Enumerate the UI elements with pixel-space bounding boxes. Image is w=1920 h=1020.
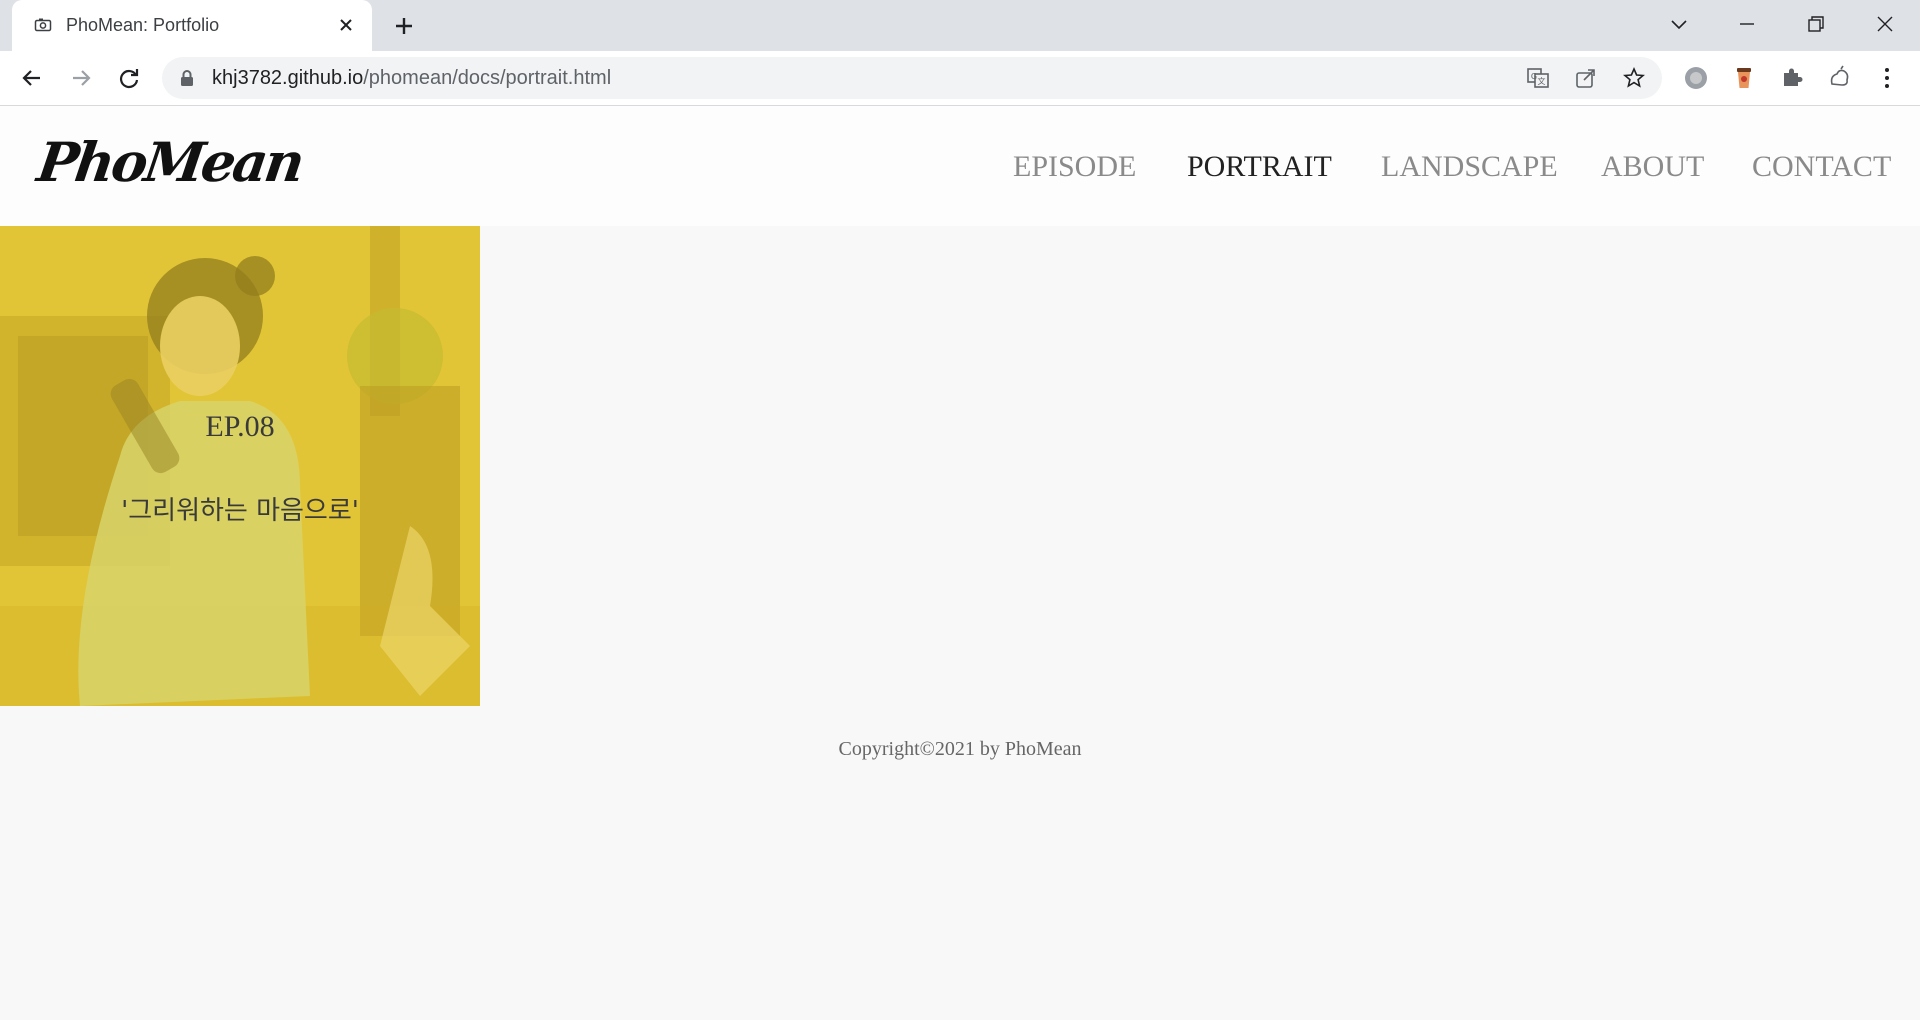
profile-extension-icon[interactable]	[1826, 64, 1854, 92]
tab-search-chevron-icon[interactable]	[1667, 12, 1691, 36]
nav-episode[interactable]: EPISODE	[1013, 150, 1136, 184]
card-overlay	[0, 226, 480, 706]
browser-toolbar: khj3782.github.io/phomean/docs/portrait.…	[0, 51, 1920, 106]
card-subtitle: '그리워하는 마음으로'	[121, 496, 359, 526]
nav-portrait[interactable]: PORTRAIT	[1187, 150, 1332, 184]
close-tab-icon[interactable]	[336, 15, 356, 35]
forward-arrow-icon[interactable]	[67, 64, 95, 92]
lock-icon[interactable]	[179, 69, 195, 87]
site-logo[interactable]: PhoMean	[34, 130, 306, 194]
back-arrow-icon[interactable]	[18, 64, 46, 92]
url-text[interactable]: khj3782.github.io/phomean/docs/portrait.…	[212, 67, 611, 90]
tab-title: PhoMean: Portfolio	[66, 15, 220, 35]
restore-icon[interactable]	[1804, 12, 1828, 36]
url-host: khj3782.github.io	[212, 67, 364, 89]
reload-icon[interactable]	[115, 64, 143, 92]
bookmark-star-icon[interactable]	[1622, 66, 1646, 90]
kebab-menu-icon[interactable]	[1873, 64, 1901, 92]
browser-tabstrip: PhoMean: Portfolio	[0, 0, 1920, 51]
card-episode-label: EP.08	[205, 410, 275, 443]
coffee-extension-icon[interactable]	[1730, 64, 1758, 92]
share-icon[interactable]	[1574, 66, 1598, 90]
nav-about[interactable]: ABOUT	[1601, 150, 1704, 184]
portrait-card[interactable]: EP.08 '그리워하는 마음으로'	[0, 226, 480, 706]
site-header: PhoMean EPISODE PORTRAIT LANDSCAPE ABOUT…	[0, 106, 1920, 226]
new-tab-icon[interactable]	[392, 14, 416, 38]
url-path: /phomean/docs/portrait.html	[363, 67, 612, 89]
camera-icon	[34, 18, 52, 32]
puzzle-icon[interactable]	[1778, 64, 1806, 92]
extension-gray-icon[interactable]	[1682, 64, 1710, 92]
svg-text:G: G	[1531, 72, 1537, 81]
browser-tab[interactable]: PhoMean: Portfolio	[12, 0, 372, 51]
nav-landscape[interactable]: LANDSCAPE	[1381, 150, 1558, 184]
close-window-icon[interactable]	[1873, 12, 1897, 36]
svg-text:文: 文	[1538, 76, 1546, 86]
minimize-icon[interactable]	[1735, 12, 1759, 36]
translate-icon[interactable]: G 文	[1526, 66, 1550, 90]
address-bar[interactable]: khj3782.github.io/phomean/docs/portrait.…	[162, 57, 1662, 99]
footer-copyright: Copyright©2021 by PhoMean	[838, 738, 1082, 760]
nav-contact[interactable]: CONTACT	[1752, 150, 1891, 184]
